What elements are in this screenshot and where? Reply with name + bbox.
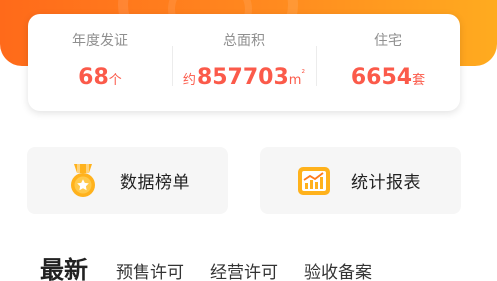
- ranking-medal-icon: [71, 163, 95, 197]
- stat-value: 68 个: [28, 64, 172, 92]
- statistics-chart-icon: [298, 166, 330, 195]
- stats-card: 年度发证 68 个 总面积 约 857703 m² 住宅 6654 套: [28, 14, 460, 111]
- tab-presale-permit[interactable]: 预售许可: [116, 258, 184, 281]
- stat-label: 年度发证: [72, 33, 128, 49]
- tab-latest[interactable]: 最新: [40, 250, 88, 281]
- stat-value: 约 857703 m²: [172, 64, 316, 92]
- stat-unit-superscript: ²: [301, 69, 306, 79]
- stat-unit: 个: [108, 73, 122, 88]
- stat-unit: m: [288, 73, 302, 88]
- data-ranking-label: 数据榜单: [120, 173, 190, 193]
- data-ranking-button[interactable]: 数据榜单: [27, 147, 228, 214]
- stat-number: 68: [78, 65, 109, 90]
- stat-value: 6654 套: [316, 64, 460, 92]
- statistics-report-label: 统计报表: [351, 173, 421, 193]
- tab-business-permit[interactable]: 经营许可: [210, 258, 278, 281]
- stat-unit: 套: [412, 73, 426, 88]
- statistics-report-button[interactable]: 统计报表: [260, 147, 461, 214]
- stat-label: 住宅: [374, 33, 402, 49]
- stat-total-area[interactable]: 总面积 约 857703 m²: [172, 14, 316, 111]
- stat-prefix: 约: [182, 73, 196, 88]
- category-tabs: 最新 预售许可 经营许可 验收备案: [40, 250, 398, 281]
- stat-residential[interactable]: 住宅 6654 套: [316, 14, 460, 111]
- tab-acceptance-filing[interactable]: 验收备案: [304, 258, 372, 281]
- stat-label: 总面积: [223, 33, 265, 49]
- stat-number: 6654: [350, 65, 413, 90]
- stat-annual-certificates[interactable]: 年度发证 68 个: [28, 14, 172, 111]
- stat-number: 857703: [196, 65, 289, 90]
